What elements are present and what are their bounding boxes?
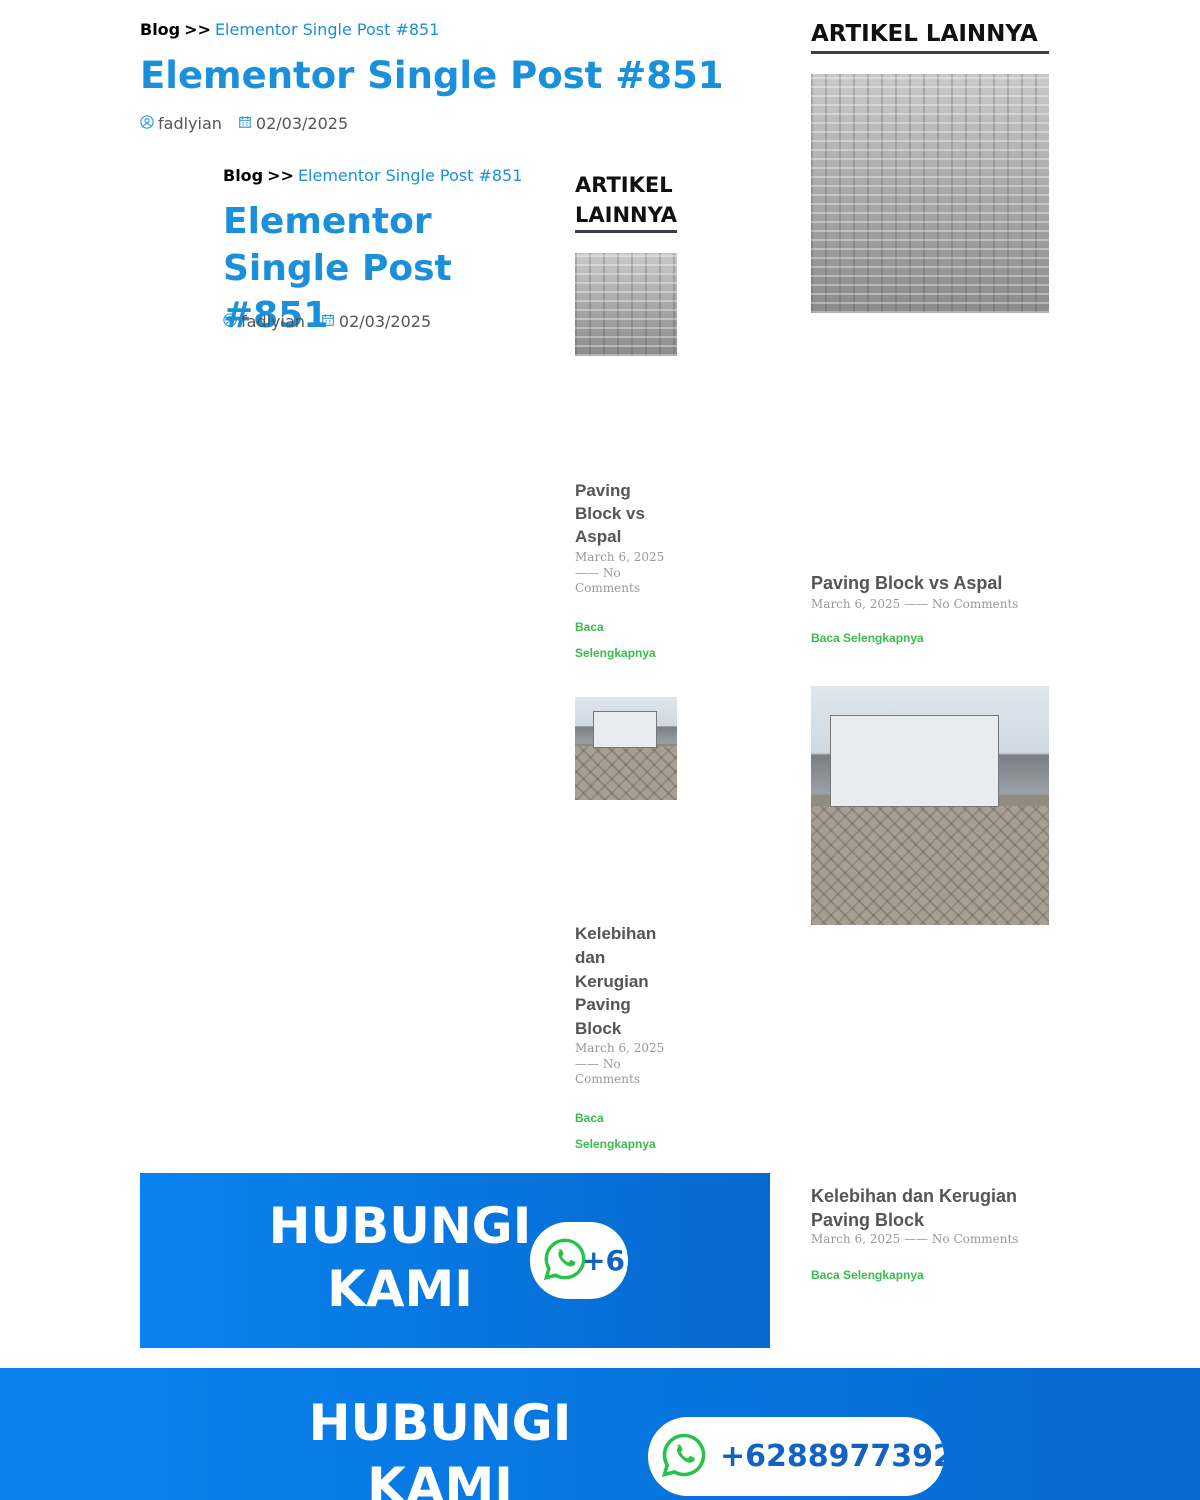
- breadcrumb: Blog >> Elementor Single Post #851: [140, 20, 439, 39]
- calendar-icon: [238, 114, 252, 133]
- sidebar-post-date: March 6, 2025: [811, 597, 901, 611]
- author-name[interactable]: fadlyian: [241, 312, 305, 331]
- cta-banner: HUBUNGI KAMI +6288977392: [0, 1368, 1200, 1500]
- sidebar-post-comments[interactable]: No Comments: [932, 1232, 1019, 1246]
- breadcrumb-inner: Blog >> Elementor Single Post #851: [223, 166, 522, 185]
- meta-dash: ——: [575, 1056, 599, 1071]
- sidebar-post-meta: March 6, 2025 —— No Comments: [811, 597, 1049, 611]
- whatsapp-button[interactable]: +6288977392: [648, 1417, 944, 1496]
- sidebar-post-title[interactable]: Paving Block vs Aspal: [575, 480, 675, 549]
- author-name[interactable]: fadlyian: [158, 114, 222, 133]
- breadcrumb-current[interactable]: Elementor Single Post #851: [298, 166, 522, 185]
- whatsapp-icon: [660, 1431, 708, 1483]
- sidebar-post-meta: March 6, 2025 —— No Comments: [575, 1041, 675, 1088]
- read-more-link[interactable]: Baca Selengkapnya: [575, 614, 670, 667]
- user-circle-icon: [140, 114, 154, 133]
- author-meta: fadlyian: [140, 114, 222, 133]
- sidebar-heading-underline: [811, 51, 1049, 54]
- cta-heading-line1: HUBUNGI: [308, 1394, 572, 1452]
- read-more-link[interactable]: Baca Selengkapnya: [811, 631, 924, 645]
- meta-dash: ——: [575, 565, 599, 580]
- cta-heading: HUBUNGI KAMI: [300, 1392, 580, 1500]
- breadcrumb-separator: >>: [267, 166, 294, 185]
- cta-banner-inner: HUBUNGI KAMI +62: [140, 1173, 770, 1348]
- cta-heading-line2: KAMI: [367, 1456, 513, 1500]
- sidebar-post-date: March 6, 2025: [575, 550, 665, 564]
- sidebar-post-date: March 6, 2025: [811, 1232, 901, 1246]
- date-meta: 02/03/2025: [238, 114, 348, 133]
- author-meta: fadlyian: [223, 312, 305, 331]
- cta-heading: HUBUNGI KAMI: [260, 1195, 540, 1320]
- page-title: Elementor Single Post #851: [140, 54, 724, 97]
- sidebar-heading-inner: ARTIKEL LAINNYA: [575, 173, 678, 228]
- read-more-link[interactable]: Baca Selengkapnya: [811, 1268, 924, 1282]
- post-thumbnail-house[interactable]: [575, 697, 677, 800]
- post-thumbnail-house[interactable]: [811, 686, 1049, 925]
- meta-dash: ——: [904, 1232, 929, 1246]
- sidebar-heading: ARTIKEL LAINNYA: [811, 21, 1038, 47]
- cta-heading-line2: KAMI: [327, 1259, 473, 1318]
- cta-heading-line1: HUBUNGI: [268, 1197, 532, 1255]
- read-more-link[interactable]: Baca Selengkapnya: [575, 1105, 670, 1158]
- user-circle-icon: [223, 312, 237, 331]
- post-thumbnail-paving[interactable]: [575, 253, 677, 356]
- sidebar-post-comments[interactable]: No Comments: [932, 597, 1019, 611]
- post-meta-inner: fadlyian 02/03/2025: [223, 312, 431, 331]
- breadcrumb-current[interactable]: Elementor Single Post #851: [215, 20, 439, 39]
- whatsapp-number: +6288977392: [720, 1439, 944, 1474]
- post-date: 02/03/2025: [255, 114, 349, 133]
- sidebar-post-meta: March 6, 2025 —— No Comments: [575, 550, 675, 597]
- breadcrumb-separator: >>: [184, 20, 211, 39]
- sidebar-post-title[interactable]: Kelebihan dan Kerugian Paving Block: [811, 1184, 1049, 1233]
- sidebar-post-title[interactable]: Paving Block vs Aspal: [811, 573, 1049, 594]
- post-date: 02/03/2025: [338, 312, 432, 331]
- whatsapp-button[interactable]: +62: [530, 1222, 628, 1299]
- date-meta: 02/03/2025: [321, 312, 431, 331]
- sidebar-post-meta: March 6, 2025 —— No Comments: [811, 1232, 1049, 1246]
- breadcrumb-root[interactable]: Blog: [223, 166, 263, 185]
- sidebar-post-title[interactable]: Kelebihan dan Kerugian Paving Block: [575, 922, 675, 1041]
- sidebar-heading-underline: [575, 230, 677, 233]
- post-thumbnail-paving[interactable]: [811, 74, 1049, 313]
- breadcrumb-root[interactable]: Blog: [140, 20, 180, 39]
- post-meta: fadlyian 02/03/2025: [140, 114, 348, 133]
- calendar-icon: [321, 312, 335, 331]
- whatsapp-number: +62: [582, 1244, 628, 1277]
- meta-dash: ——: [904, 597, 929, 611]
- sidebar-post-date: March 6, 2025: [575, 1041, 665, 1055]
